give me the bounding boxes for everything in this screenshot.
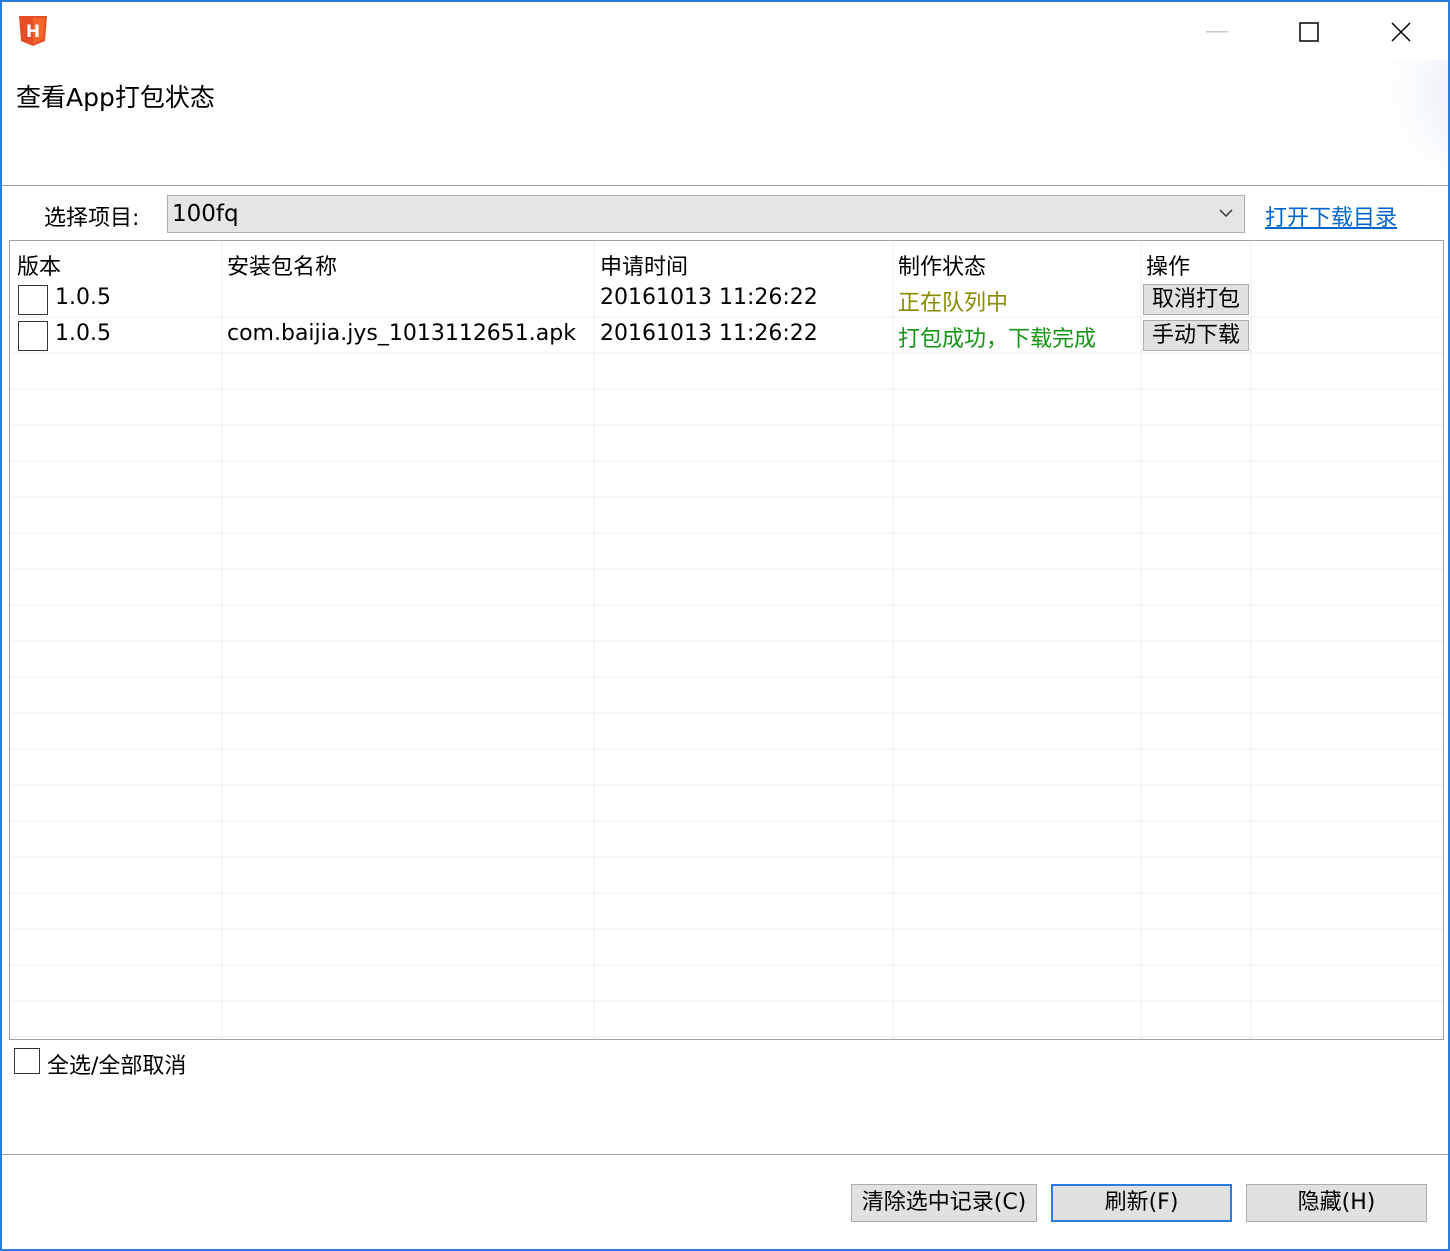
top-separator xyxy=(2,185,1448,186)
column-header-time[interactable]: 申请时间 xyxy=(600,249,688,281)
hbuilder-logo-icon: H xyxy=(18,15,48,47)
header-banner: 查看App打包状态 xyxy=(2,60,1448,186)
clear-selected-button[interactable]: 清除选中记录(C) xyxy=(851,1184,1037,1222)
row-package-name: com.baijia.jys_1013112651.apk xyxy=(227,321,576,346)
bottom-separator xyxy=(2,1154,1448,1155)
column-header-status[interactable]: 制作状态 xyxy=(898,249,986,281)
package-status-table: 版本 安装包名称 申请时间 制作状态 操作 1.0.5 20161013 11:… xyxy=(9,240,1444,1040)
row-status: 打包成功，下载完成 xyxy=(898,327,1097,352)
banner-decoration xyxy=(1343,60,1448,186)
select-all-label[interactable]: 全选/全部取消 xyxy=(47,1048,186,1080)
column-header-package[interactable]: 安装包名称 xyxy=(227,249,337,281)
select-all-checkbox[interactable] xyxy=(14,1048,40,1074)
column-header-version[interactable]: 版本 xyxy=(17,249,61,281)
project-label: 选择项目: xyxy=(44,206,140,231)
row-version: 1.0.5 xyxy=(55,285,111,310)
maximize-button[interactable] xyxy=(1264,6,1354,58)
project-select-value: 100fq xyxy=(172,201,239,227)
minimize-icon xyxy=(1206,31,1228,33)
page-title: 查看App打包状态 xyxy=(16,83,215,112)
row-status: 正在队列中 xyxy=(898,291,1009,316)
chevron-down-icon xyxy=(1219,209,1233,218)
svg-text:H: H xyxy=(26,22,40,42)
table-grid xyxy=(10,241,1443,1039)
minimize-button[interactable] xyxy=(1172,6,1262,58)
row-request-time: 20161013 11:26:22 xyxy=(600,321,818,346)
open-download-folder-link[interactable]: 打开下载目录 xyxy=(1265,200,1397,232)
row-checkbox[interactable] xyxy=(18,285,48,315)
title-bar[interactable]: H xyxy=(2,2,1448,60)
manual-download-button[interactable]: 手动下载 xyxy=(1143,320,1249,351)
refresh-button[interactable]: 刷新(F) xyxy=(1051,1184,1232,1222)
row-version: 1.0.5 xyxy=(55,321,111,346)
dialog-window: H 查看App打包状态 选择项目: 100fq 打开下载目录 版本 安装包名称 … xyxy=(0,0,1450,1251)
row-checkbox[interactable] xyxy=(18,321,48,351)
maximize-icon xyxy=(1299,22,1319,42)
cancel-packaging-button[interactable]: 取消打包 xyxy=(1143,284,1249,315)
close-icon xyxy=(1391,22,1411,42)
hide-button[interactable]: 隐藏(H) xyxy=(1246,1184,1427,1222)
close-button[interactable] xyxy=(1356,6,1446,58)
project-select[interactable]: 100fq xyxy=(167,195,1245,233)
row-request-time: 20161013 11:26:22 xyxy=(600,285,818,310)
column-header-action[interactable]: 操作 xyxy=(1146,249,1190,281)
